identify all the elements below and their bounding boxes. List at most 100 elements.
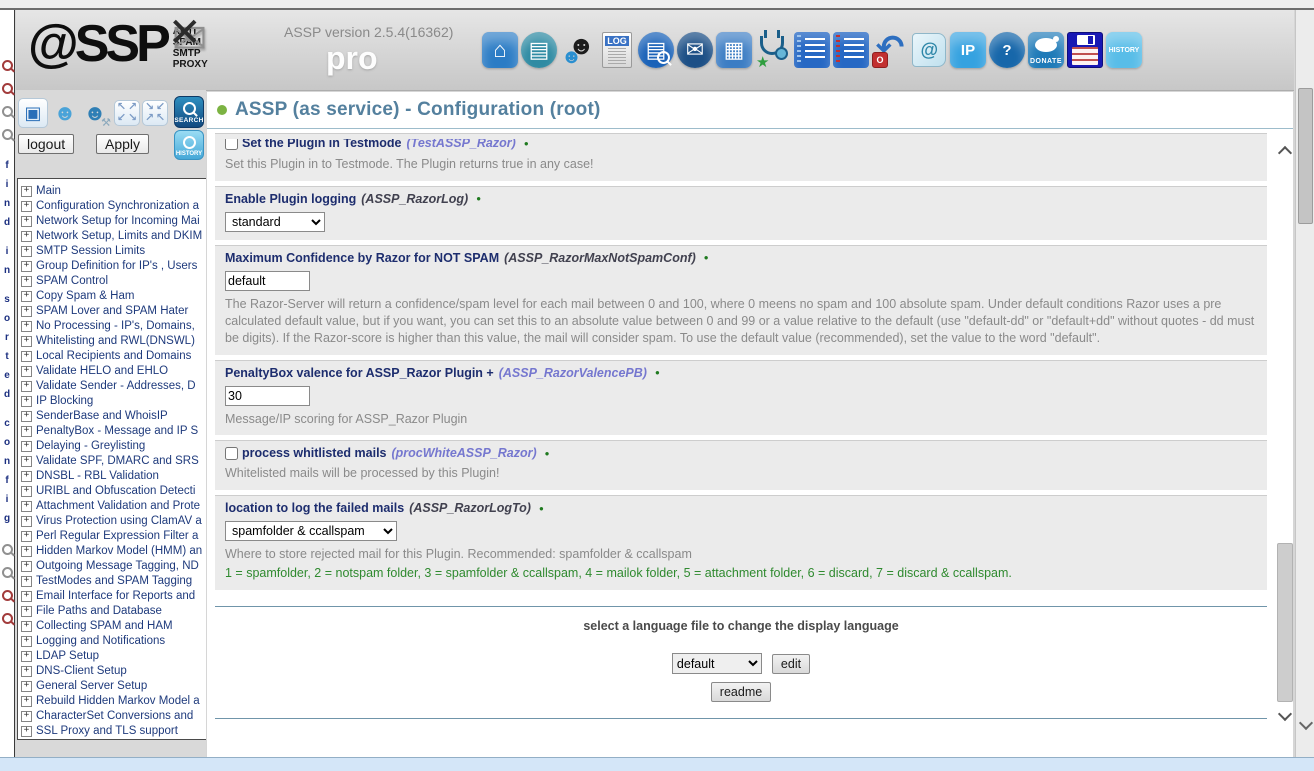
expand-plus-icon[interactable]: + bbox=[21, 261, 32, 272]
window-scrollbar[interactable] bbox=[1295, 10, 1314, 758]
save-icon[interactable] bbox=[1067, 32, 1103, 68]
expand-plus-icon[interactable]: + bbox=[21, 561, 32, 572]
search-icon[interactable] bbox=[2, 567, 13, 578]
restart-icon[interactable]: ↶O bbox=[872, 32, 908, 68]
sidebar-item-spam-control[interactable]: +SPAM Control bbox=[18, 274, 206, 289]
expand-plus-icon[interactable]: + bbox=[21, 636, 32, 647]
sidebar-item-senderbase-and-whoisip[interactable]: +SenderBase and WhoisIP bbox=[18, 409, 206, 424]
sidebar-item-spam-lover-and-spam-hater[interactable]: +SPAM Lover and SPAM Hater bbox=[18, 304, 206, 319]
sidebar-item-virus-protection-using-clamav-a[interactable]: +Virus Protection using ClamAV a bbox=[18, 514, 206, 529]
expand-plus-icon[interactable]: + bbox=[21, 606, 32, 617]
search-icon[interactable] bbox=[2, 129, 13, 140]
config-select[interactable]: spamfolder & ccallspam bbox=[225, 521, 397, 541]
health-check-icon[interactable]: ★ bbox=[755, 32, 791, 68]
sidebar-item-penaltybox-message-and-ip-s[interactable]: +PenaltyBox - Message and IP S bbox=[18, 424, 206, 439]
expand-plus-icon[interactable]: + bbox=[21, 531, 32, 542]
sidebar-item-ldap-setup[interactable]: +LDAP Setup bbox=[18, 649, 206, 664]
sidebar-item-validate-spf-dmarc-and-srs[interactable]: +Validate SPF, DMARC and SRS bbox=[18, 454, 206, 469]
expand-plus-icon[interactable]: + bbox=[21, 291, 32, 302]
config-select[interactable]: standard bbox=[225, 212, 325, 232]
expand-plus-icon[interactable]: + bbox=[21, 426, 32, 437]
sidebar-item-main[interactable]: +Main bbox=[18, 184, 206, 199]
scroll-down-icon[interactable] bbox=[1278, 707, 1292, 721]
expand-plus-icon[interactable]: + bbox=[21, 381, 32, 392]
expand-plus-icon[interactable]: + bbox=[21, 396, 32, 407]
expand-plus-icon[interactable]: + bbox=[21, 336, 32, 347]
log-search-icon[interactable]: ▤ bbox=[638, 32, 674, 68]
sidebar-item-email-interface-for-reports-and[interactable]: +Email Interface for Reports and bbox=[18, 589, 206, 604]
address-book-icon[interactable]: @ bbox=[911, 32, 947, 68]
home-icon[interactable]: ⌂ bbox=[482, 32, 518, 68]
expand-plus-icon[interactable]: + bbox=[21, 186, 32, 197]
logout-button[interactable]: logout bbox=[18, 134, 74, 154]
expand-plus-icon[interactable]: + bbox=[21, 276, 32, 287]
mail-globe-icon[interactable]: ✉ bbox=[677, 32, 713, 68]
expand-plus-icon[interactable]: + bbox=[21, 246, 32, 257]
expand-plus-icon[interactable]: + bbox=[21, 456, 32, 467]
expand-plus-icon[interactable]: + bbox=[21, 216, 32, 227]
user-icon[interactable]: ☻ bbox=[52, 100, 78, 126]
edit-button[interactable]: edit bbox=[772, 654, 810, 674]
expand-plus-icon[interactable]: + bbox=[21, 726, 32, 737]
config-checkbox[interactable] bbox=[225, 447, 238, 460]
sidebar-item-configuration-synchronization-a[interactable]: +Configuration Synchronization a bbox=[18, 199, 206, 214]
sidebar-item-validate-helo-and-ehlo[interactable]: +Validate HELO and EHLO bbox=[18, 364, 206, 379]
sidebar-item-local-recipients-and-domains[interactable]: +Local Recipients and Domains bbox=[18, 349, 206, 364]
sidebar-item-smtp-session-limits[interactable]: +SMTP Session Limits bbox=[18, 244, 206, 259]
expand-plus-icon[interactable]: + bbox=[21, 651, 32, 662]
sidebar-item-copy-spam-ham[interactable]: +Copy Spam & Ham bbox=[18, 289, 206, 304]
mail-analyze-icon[interactable]: ▤ bbox=[521, 32, 557, 68]
blue-notebook-icon[interactable] bbox=[794, 32, 830, 68]
edit-search-icon[interactable] bbox=[2, 613, 13, 624]
stat-grid-icon[interactable]: ▦ bbox=[716, 32, 752, 68]
apply-button[interactable]: Apply bbox=[96, 134, 149, 154]
sidebar-item-outgoing-message-tagging-nd[interactable]: +Outgoing Message Tagging, ND bbox=[18, 559, 206, 574]
sidebar-item-ssl-proxy-and-tls-support[interactable]: +SSL Proxy and TLS support bbox=[18, 724, 206, 739]
expand-plus-icon[interactable]: + bbox=[21, 471, 32, 482]
sidebar-item-ip-blocking[interactable]: +IP Blocking bbox=[18, 394, 206, 409]
expand-plus-icon[interactable]: + bbox=[21, 696, 32, 707]
sidebar-item-whitelisting-and-rwl-dnswl[interactable]: +Whitelisting and RWL(DNSWL) bbox=[18, 334, 206, 349]
sidebar-item-hidden-markov-model-hmm-an[interactable]: +Hidden Markov Model (HMM) an bbox=[18, 544, 206, 559]
expand-plus-icon[interactable]: + bbox=[21, 591, 32, 602]
sidebar-item-testmodes-and-spam-tagging[interactable]: +TestModes and SPAM Tagging bbox=[18, 574, 206, 589]
sidebar-item-logging-and-notifications[interactable]: +Logging and Notifications bbox=[18, 634, 206, 649]
expand-plus-icon[interactable]: + bbox=[21, 711, 32, 722]
red-notebook-icon[interactable] bbox=[833, 32, 869, 68]
sidebar-item-validate-sender-addresses-d[interactable]: +Validate Sender - Addresses, D bbox=[18, 379, 206, 394]
expand-plus-icon[interactable]: + bbox=[21, 666, 32, 677]
content-scrollbar[interactable] bbox=[1276, 140, 1293, 725]
expand-all-icon[interactable]: ↖↗↙↘ bbox=[114, 100, 140, 126]
config-text-input[interactable] bbox=[225, 386, 310, 406]
expand-plus-icon[interactable]: + bbox=[21, 486, 32, 497]
history-icon[interactable]: HISTORY bbox=[1106, 32, 1142, 68]
expand-plus-icon[interactable]: + bbox=[21, 411, 32, 422]
expand-plus-icon[interactable]: + bbox=[21, 321, 32, 332]
edit-search-icon[interactable] bbox=[2, 83, 13, 94]
interface-settings-icon[interactable]: ▣ bbox=[18, 98, 48, 128]
history-button[interactable]: HISTORY bbox=[174, 130, 204, 160]
sidebar-item-dns-client-setup[interactable]: +DNS-Client Setup bbox=[18, 664, 206, 679]
sidebar-item-global-penaltybox-network[interactable]: +Global PenaltyBox Network bbox=[18, 739, 206, 740]
sidebar-item-group-definition-for-ip-s-users[interactable]: +Group Definition for IP's , Users bbox=[18, 259, 206, 274]
donate-icon[interactable]: DONATE bbox=[1028, 32, 1064, 68]
language-select[interactable]: default bbox=[672, 653, 762, 674]
sidebar-item-network-setup-for-incoming-mai[interactable]: +Network Setup for Incoming Mai bbox=[18, 214, 206, 229]
config-checkbox[interactable] bbox=[225, 139, 238, 150]
expand-plus-icon[interactable]: + bbox=[21, 546, 32, 557]
collapse-all-icon[interactable]: ↘↙↗↖ bbox=[142, 100, 168, 126]
edit-search-icon[interactable] bbox=[2, 590, 13, 601]
admin-tools-icon[interactable]: ☻⚒ bbox=[80, 98, 110, 128]
config-text-input[interactable] bbox=[225, 271, 310, 291]
expand-plus-icon[interactable]: + bbox=[21, 306, 32, 317]
expand-plus-icon[interactable]: + bbox=[21, 516, 32, 527]
sidebar-item-delaying-greylisting[interactable]: +Delaying - Greylisting bbox=[18, 439, 206, 454]
search-button[interactable]: SEARCH bbox=[174, 96, 204, 128]
expand-plus-icon[interactable]: + bbox=[21, 351, 32, 362]
sidebar-item-general-server-setup[interactable]: +General Server Setup bbox=[18, 679, 206, 694]
expand-plus-icon[interactable]: + bbox=[21, 621, 32, 632]
window-scrollbar-thumb[interactable] bbox=[1298, 88, 1313, 224]
sidebar-item-network-setup-limits-and-dkim[interactable]: +Network Setup, Limits and DKIM bbox=[18, 229, 206, 244]
sidebar-item-file-paths-and-database[interactable]: +File Paths and Database bbox=[18, 604, 206, 619]
expand-plus-icon[interactable]: + bbox=[21, 501, 32, 512]
